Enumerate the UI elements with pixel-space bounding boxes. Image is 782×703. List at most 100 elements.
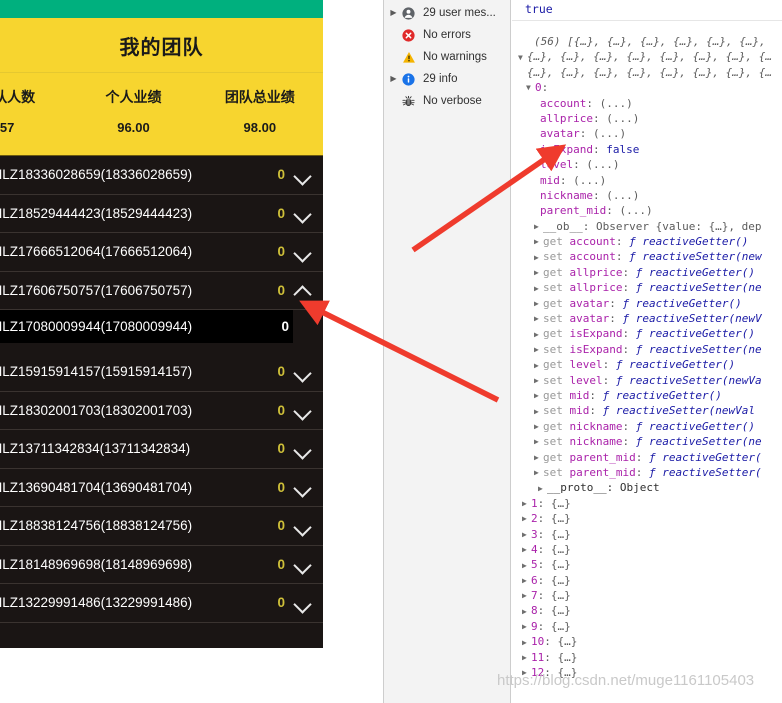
json-accessor-get-isExpand[interactable]: ▶ get isExpand: ƒ reactiveGetter()	[512, 326, 782, 341]
mobile-app-screen: 我的团队 团队人数 57 个人业绩 96.00 团队总业绩 98.00 MLZ1…	[0, 0, 323, 648]
bug-icon	[399, 95, 418, 108]
json-tree[interactable]: (56) [{…}, {…}, {…}, {…}, {…}, {…}, ▼ {…}…	[512, 21, 782, 680]
child-group-spacer	[0, 343, 323, 353]
chevron-down-icon[interactable]	[294, 517, 312, 535]
json-accessor-get-avatar[interactable]: ▶ get avatar: ƒ reactiveGetter()	[512, 296, 782, 311]
member-count: 0	[277, 595, 285, 611]
member-count: 0	[277, 167, 285, 183]
array-header-line[interactable]: ▼ {…}, {…}, {…}, {…}, {…}, {…}, {…}, {…	[512, 49, 782, 64]
json-accessor-get-nickname[interactable]: ▶ get nickname: ƒ reactiveGetter()	[512, 419, 782, 434]
member-row[interactable]: MLZ15915914157(15915914157) 0	[0, 353, 323, 392]
array-header-line: (56) [{…}, {…}, {…}, {…}, {…}, {…},	[534, 35, 766, 48]
json-array-index-5[interactable]: ▶ 5: {…}	[512, 557, 782, 572]
json-accessor-set-level[interactable]: ▶ set level: ƒ reactiveSetter(newVa	[512, 373, 782, 388]
chevron-up-icon[interactable]	[294, 281, 312, 299]
member-row[interactable]: MLZ18529444423(18529444423) 0	[0, 195, 323, 233]
json-array-index-3[interactable]: ▶ 3: {…}	[512, 527, 782, 542]
page-title: 我的团队	[119, 36, 204, 59]
chevron-down-icon[interactable]	[294, 204, 312, 222]
json-array-index-2[interactable]: ▶ 2: {…}	[512, 511, 782, 526]
member-row[interactable]: MLZ13229991486(13229991486) 0	[0, 584, 323, 623]
json-accessor-set-parent_mid[interactable]: ▶ set parent_mid: ƒ reactiveSetter(	[512, 465, 782, 480]
json-prop-mid[interactable]: mid: (...)	[512, 173, 782, 188]
console-sidebar[interactable]: ▶ 29 user mes... ▶ No errors ▶ No warnings ▶ 29…	[383, 0, 511, 703]
expand-triangle-icon[interactable]: ▶	[388, 68, 399, 90]
member-name: MLZ15915914157(15915914157)	[0, 364, 193, 380]
watermark: https://blog.csdn.net/muge1161105403	[497, 672, 755, 689]
member-row[interactable]: MLZ17606750757(17606750757) 0	[0, 272, 323, 310]
json-accessor-get-parent_mid[interactable]: ▶ get parent_mid: ƒ reactiveGetter(	[512, 450, 782, 465]
stat-label: 团队人数	[0, 89, 36, 105]
console-sidebar-item[interactable]: ▶ No verbose	[384, 90, 510, 112]
json-proto-line[interactable]: ▶ __proto__: Object	[512, 480, 782, 495]
json-prop-allprice[interactable]: allprice: (...)	[512, 111, 782, 126]
member-row[interactable]: MLZ17666512064(17666512064) 0	[0, 233, 323, 272]
json-prop-level[interactable]: level: (...)	[512, 157, 782, 172]
json-prop-avatar[interactable]: avatar: (...)	[512, 126, 782, 141]
json-array-index-8[interactable]: ▶ 8: {…}	[512, 603, 782, 618]
json-observer-line[interactable]: ▶ __ob__: Observer {value: {…}, dep	[512, 219, 782, 234]
json-array-index-6[interactable]: ▶ 6: {…}	[512, 573, 782, 588]
json-array-index-11[interactable]: ▶ 11: {…}	[512, 650, 782, 665]
array-index-zero[interactable]: ▼ 0:	[512, 80, 782, 95]
json-accessor-get-allprice[interactable]: ▶ get allprice: ƒ reactiveGetter()	[512, 265, 782, 280]
json-array-index-1[interactable]: ▶ 1: {…}	[512, 496, 782, 511]
json-accessor-set-allprice[interactable]: ▶ set allprice: ƒ reactiveSetter(ne	[512, 280, 782, 295]
member-count: 0	[277, 244, 285, 260]
json-array-index-9[interactable]: ▶ 9: {…}	[512, 619, 782, 634]
console-sidebar-item[interactable]: ▶ 29 info	[384, 68, 510, 90]
json-accessor-set-nickname[interactable]: ▶ set nickname: ƒ reactiveSetter(ne	[512, 434, 782, 449]
json-prop-nickname[interactable]: nickname: (...)	[512, 188, 782, 203]
member-row[interactable]: MLZ13690481704(13690481704) 0	[0, 469, 323, 507]
json-accessor-get-mid[interactable]: ▶ get mid: ƒ reactiveGetter()	[512, 388, 782, 403]
console-sidebar-item[interactable]: ▶ No warnings	[384, 46, 510, 68]
json-accessor-set-mid[interactable]: ▶ set mid: ƒ reactiveSetter(newVal	[512, 403, 782, 418]
stat-value: 98.00	[243, 120, 277, 135]
expand-triangle-icon[interactable]: ▶	[388, 2, 399, 24]
json-accessor-get-level[interactable]: ▶ get level: ƒ reactiveGetter()	[512, 357, 782, 372]
member-name: MLZ13711342834(13711342834)	[0, 441, 191, 457]
json-prop-isExpand[interactable]: isExpand: false	[512, 142, 782, 157]
console-output-pane[interactable]: true (56) [{…}, {…}, {…}, {…}, {…}, {…},…	[512, 0, 782, 703]
console-sidebar-item[interactable]: ▶ 29 user mes...	[384, 2, 510, 24]
chevron-down-icon[interactable]	[294, 555, 312, 573]
chevron-down-icon[interactable]	[294, 478, 312, 496]
member-row[interactable]: MLZ18336028659(18336028659) 0	[0, 156, 323, 195]
error-icon	[399, 28, 418, 42]
stat-personal-performance: 个人业绩 96.00	[70, 87, 196, 135]
member-name: MLZ17666512064(17666512064)	[0, 244, 193, 260]
json-array-index-10[interactable]: ▶ 10: {…}	[512, 634, 782, 649]
chevron-down-icon[interactable]	[294, 594, 312, 612]
json-prop-parent_mid[interactable]: parent_mid: (...)	[512, 203, 782, 218]
member-count: 0	[277, 364, 285, 380]
chevron-down-icon[interactable]	[294, 166, 312, 184]
json-accessor-set-avatar[interactable]: ▶ set avatar: ƒ reactiveSetter(newV	[512, 311, 782, 326]
member-row[interactable]: MLZ13711342834(13711342834) 0	[0, 430, 323, 469]
member-child-name: MLZ17080009944(17080009944)	[0, 319, 193, 334]
console-sidebar-item-label: 29 user mes...	[423, 7, 496, 19]
member-row[interactable]: MLZ18148969698(18148969698) 0	[0, 546, 323, 584]
json-array-index-4[interactable]: ▶ 4: {…}	[512, 542, 782, 557]
stat-value: 96.00	[117, 120, 150, 135]
member-row[interactable]: MLZ18302001703(18302001703) 0	[0, 392, 323, 430]
warning-icon	[399, 51, 418, 64]
expand-triangle-icon: ▶	[388, 24, 399, 46]
json-accessor-set-isExpand[interactable]: ▶ set isExpand: ƒ reactiveSetter(ne	[512, 342, 782, 357]
expand-triangle-icon: ▶	[388, 46, 399, 68]
member-count: 0	[277, 282, 285, 298]
chevron-down-icon[interactable]	[294, 243, 312, 261]
console-sidebar-item[interactable]: ▶ No errors	[384, 24, 510, 46]
member-child-row[interactable]: MLZ17080009944(17080009944) 0	[0, 310, 293, 343]
member-row[interactable]: MLZ18838124756(18838124756) 0	[0, 507, 323, 546]
member-name: MLZ13229991486(13229991486)	[0, 595, 193, 611]
json-accessor-set-account[interactable]: ▶ set account: ƒ reactiveSetter(new	[512, 249, 782, 264]
chevron-down-icon[interactable]	[294, 440, 312, 458]
json-array-index-7[interactable]: ▶ 7: {…}	[512, 588, 782, 603]
member-name: MLZ18336028659(18336028659)	[0, 167, 193, 183]
chevron-down-icon[interactable]	[294, 363, 312, 381]
json-prop-account[interactable]: account: (...)	[512, 96, 782, 111]
member-list[interactable]: MLZ18336028659(18336028659) 0 MLZ185294444…	[0, 155, 323, 648]
stats-panel: 团队人数 57 个人业绩 96.00 团队总业绩 98.00	[0, 73, 323, 155]
chevron-down-icon[interactable]	[294, 401, 312, 419]
json-accessor-get-account[interactable]: ▶ get account: ƒ reactiveGetter()	[512, 234, 782, 249]
